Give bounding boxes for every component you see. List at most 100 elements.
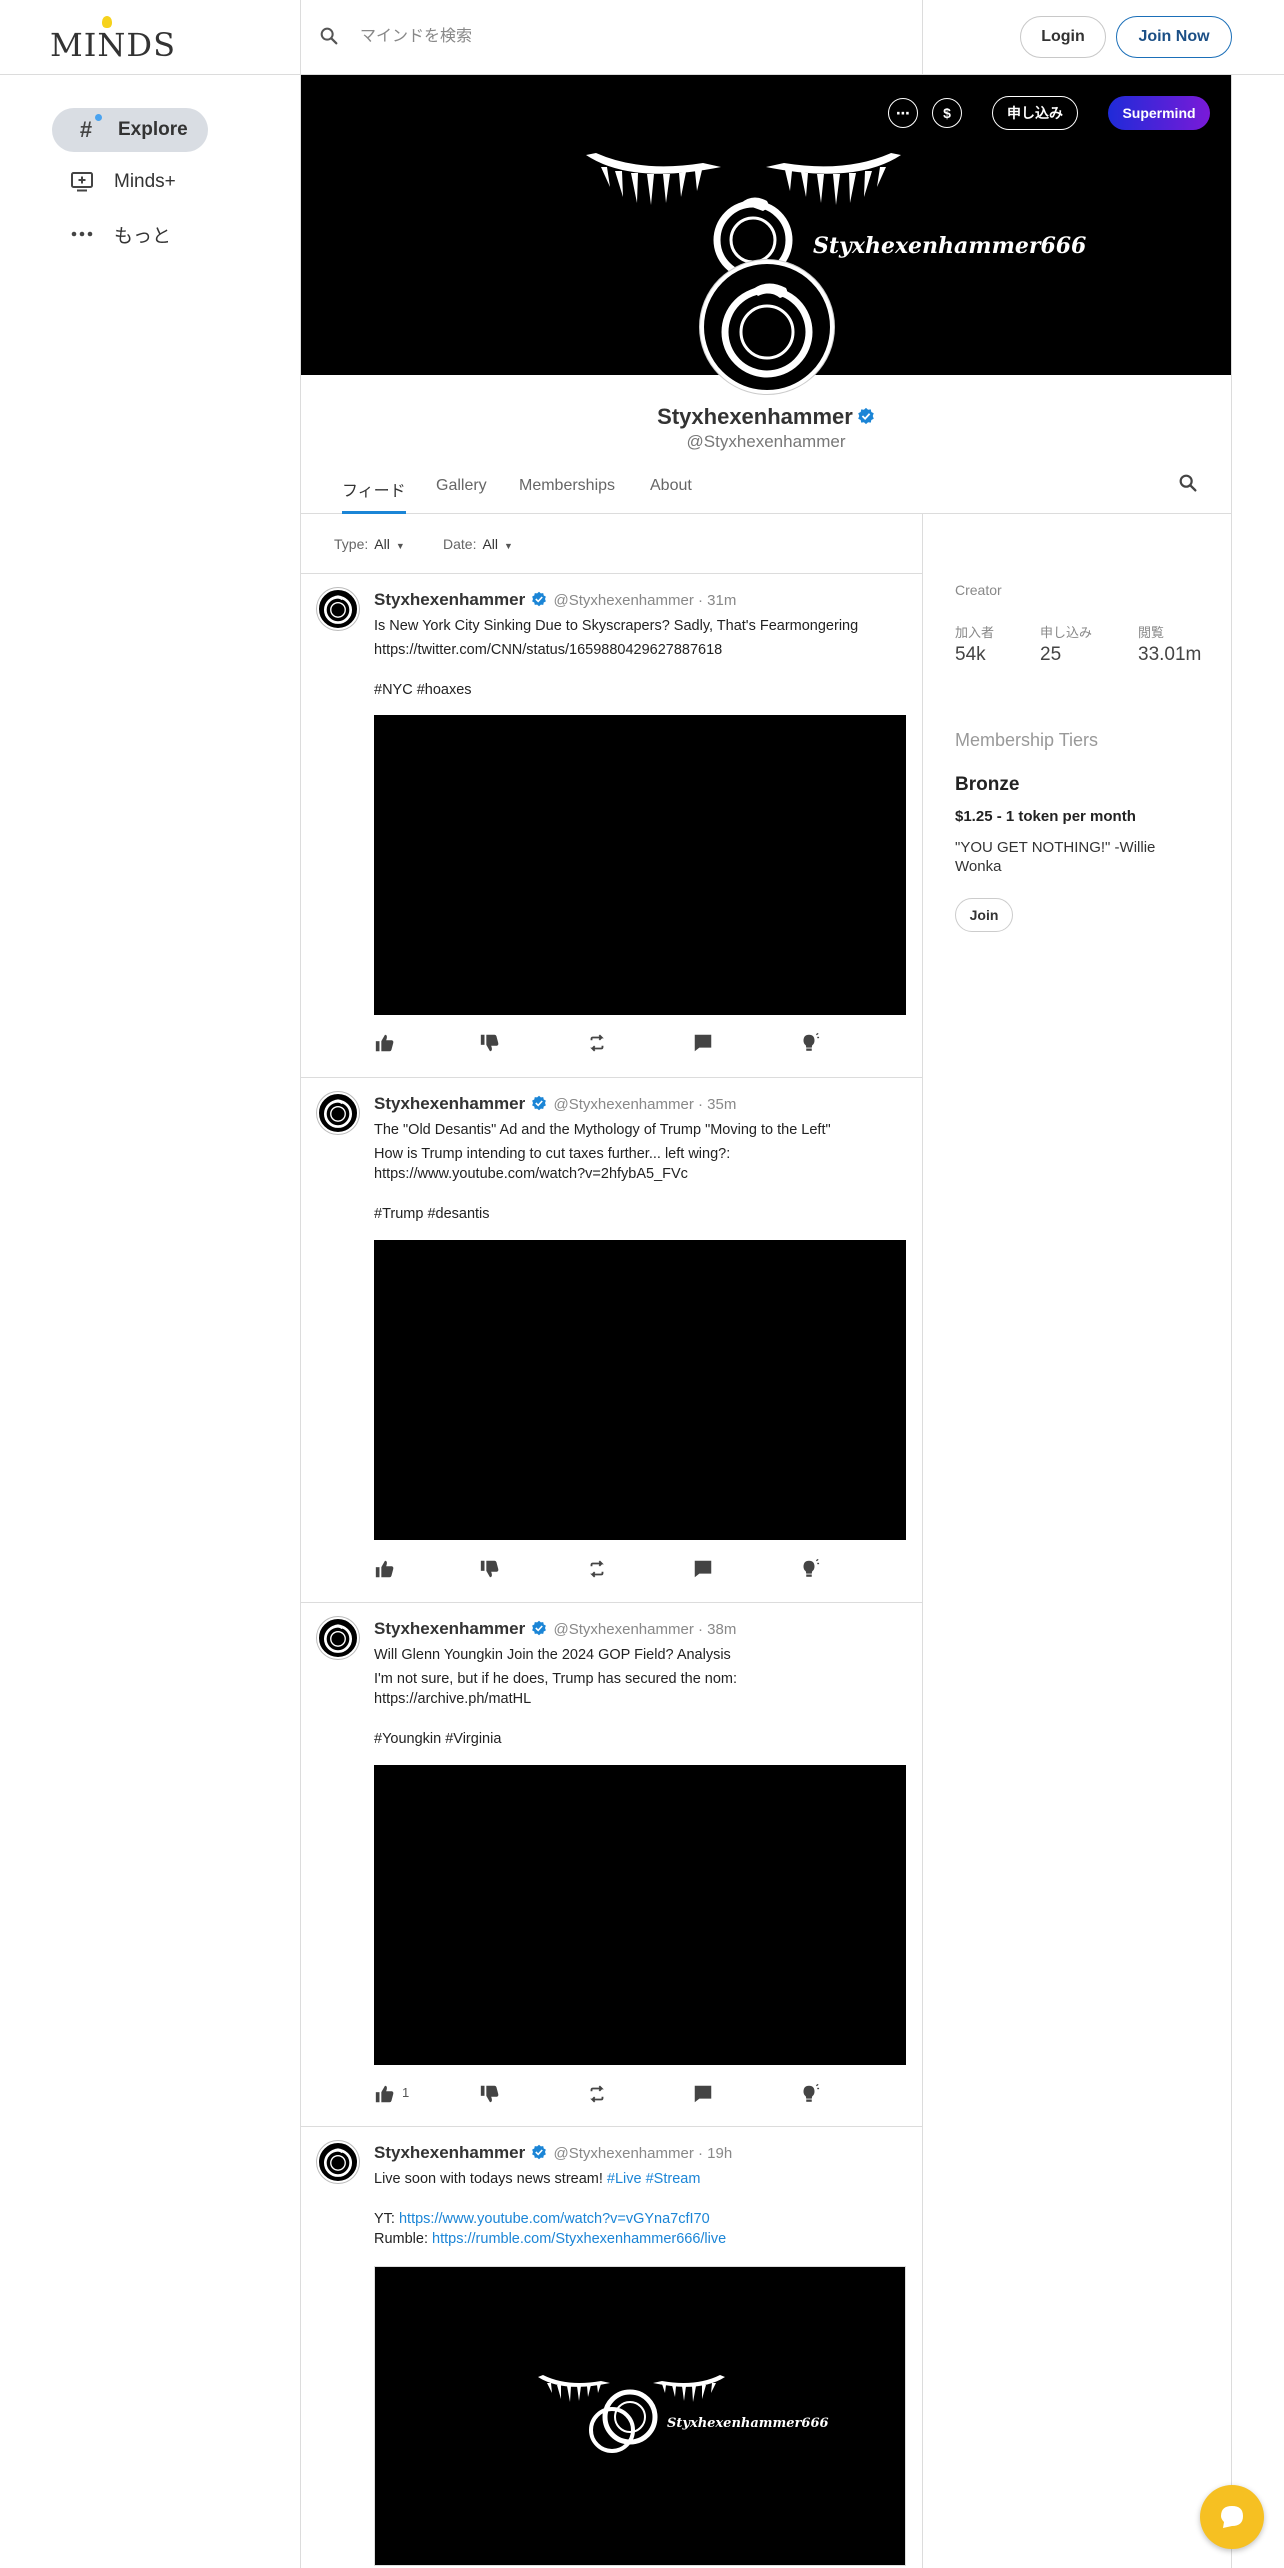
post-hashtags[interactable]: #Trump #desantis [374,1204,904,1224]
comment-icon[interactable] [692,1032,714,1054]
thumbs-up-icon[interactable] [374,1032,396,1054]
post-link[interactable]: https://twitter.com/CNN/status/165988042… [374,640,904,660]
video-player[interactable] [374,1765,906,2065]
post-avatar[interactable] [317,588,359,630]
post-link[interactable]: https://www.youtube.com/watch?v=2hfybA5_… [374,1164,904,1184]
post-author[interactable]: Styxhexenhammer [374,2143,525,2162]
feed-post: Styxhexenhammer @Styxhexenhammer · 35m T… [301,1078,922,1603]
verified-badge-icon [531,1620,547,1636]
profile-name-text: Styxhexenhammer [657,404,853,429]
post-link[interactable]: https://archive.ph/matHL [374,1689,904,1709]
search-icon[interactable] [1177,472,1199,494]
rumble-label: Rumble: [374,2231,428,2247]
supermind-button[interactable]: Supermind [1108,96,1210,130]
feed-post: Styxhexenhammer @Styxhexenhammer · 38m W… [301,1603,922,2127]
post-link[interactable]: https://rumble.com/Styxhexenhammer666/li… [432,2231,726,2247]
post-actions [374,1032,904,1056]
divider [300,0,301,75]
tab-feed[interactable]: フィード [342,477,406,514]
stat-label-subscribers: 加入者 [955,626,995,641]
video-player[interactable]: Styxhexenhammer666 [374,2266,906,2566]
upvote-count: 1 [402,2085,410,2100]
filter-label: Type: [334,536,369,552]
sidebar-item-more[interactable]: もっと [52,212,171,256]
type-filter[interactable]: Type: All ▼ [334,536,405,552]
feed-post: Styxhexenhammer @Styxhexenhammer · 19h L… [301,2127,922,2568]
ouroboros-avatar-image [319,2143,357,2181]
notification-dot [95,114,102,121]
search-input[interactable] [360,20,900,54]
join-now-button[interactable]: Join Now [1116,16,1232,58]
minds-plus-icon [68,170,96,194]
sidebar-item-explore[interactable]: # Explore [52,108,208,152]
post-avatar[interactable] [317,2141,359,2183]
profile-avatar[interactable] [700,260,834,394]
tier-join-button[interactable]: Join [955,898,1013,932]
post-rumble-line: Rumble: https://rumble.com/Styxhexenhamm… [374,2229,904,2249]
post-body: I'm not sure, but if he does, Trump has … [374,1671,738,1687]
chat-button[interactable] [1200,2485,1264,2549]
tier-name: Bronze [955,774,1020,795]
thumbs-down-icon[interactable] [479,1032,501,1054]
profile-tabs: フィード Gallery Memberships About [301,472,1231,514]
post-hashtags[interactable]: #Live #Stream [607,2171,701,2187]
thumbs-up-icon[interactable] [374,1558,396,1580]
tab-memberships[interactable]: Memberships [519,477,615,514]
filter-value: All [482,536,499,552]
tab-about[interactable]: About [650,477,692,514]
post-author[interactable]: Styxhexenhammer [374,590,525,609]
post-actions: 1 [374,2083,904,2107]
comment-icon[interactable] [692,1558,714,1580]
post-body: How is Trump intending to cut taxes furt… [374,1146,731,1162]
post-hashtags[interactable]: #NYC #hoaxes [374,680,904,700]
remind-icon[interactable] [586,1558,608,1580]
post-author[interactable]: Styxhexenhammer [374,1094,525,1113]
post-avatar[interactable] [317,1092,359,1134]
thumbs-down-icon[interactable] [479,2083,501,2105]
sidebar-item-label: もっと [114,225,172,247]
svg-text:Styxhexenhammer666: Styxhexenhammer666 [667,2416,829,2431]
tip-button[interactable]: $ [932,98,962,128]
post-meta[interactable]: @Styxhexenhammer · 35m [554,1096,737,1113]
boost-bulb-icon[interactable] [798,2083,820,2105]
post-header: Styxhexenhammer @Styxhexenhammer · 35m [374,1094,736,1114]
subscribe-button[interactable]: 申し込み [992,96,1078,130]
post-avatar[interactable] [317,1617,359,1659]
sidebar-item-minds-plus[interactable]: Minds+ [52,160,176,204]
yt-label: YT: [374,2211,395,2227]
post-author[interactable]: Styxhexenhammer [374,1619,525,1638]
post-meta[interactable]: @Styxhexenhammer · 31m [554,592,737,609]
thumbs-up-icon[interactable] [374,2083,396,2105]
video-player[interactable] [374,1240,906,1540]
boost-bulb-icon[interactable] [798,1032,820,1054]
video-player[interactable] [374,715,906,1015]
stat-label-views: 閲覧 [1138,626,1165,641]
stat-value-views: 33.01m [1138,644,1202,665]
more-options-button[interactable]: ⋯ [888,98,918,128]
post-meta[interactable]: @Styxhexenhammer · 38m [554,1621,737,1638]
post-link[interactable]: https://www.youtube.com/watch?v=vGYna7cf… [399,2211,710,2227]
boost-bulb-icon[interactable] [798,1558,820,1580]
stream-thumbnail: Styxhexenhammer666 [538,2375,829,2453]
filter-value: All [374,536,390,552]
column-border [922,513,923,2568]
tab-gallery[interactable]: Gallery [436,477,487,514]
caret-down-icon: ▼ [395,541,405,551]
remind-icon[interactable] [586,1032,608,1054]
membership-tiers-title: Membership Tiers [955,730,1099,750]
login-button[interactable]: Login [1020,16,1106,58]
ouroboros-avatar-image [319,1094,357,1132]
stat-label-subscriptions: 申し込み [1040,626,1093,641]
date-filter[interactable]: Date: All ▼ [443,536,513,552]
post-meta[interactable]: @Styxhexenhammer · 19h [554,2145,733,2162]
post-hashtags[interactable]: #Youngkin #Virginia [374,1729,904,1749]
remind-icon[interactable] [586,2083,608,2105]
ouroboros-avatar-image [319,590,357,628]
comment-icon[interactable] [692,2083,714,2105]
search-icon [320,27,338,45]
thumbs-down-icon[interactable] [479,1558,501,1580]
post-yt-line: YT: https://www.youtube.com/watch?v=vGYn… [374,2209,904,2229]
minds-logo[interactable]: MINDS [50,16,175,64]
ouroboros-avatar-image [721,283,813,378]
post-header: Styxhexenhammer @Styxhexenhammer · 19h [374,2143,732,2163]
